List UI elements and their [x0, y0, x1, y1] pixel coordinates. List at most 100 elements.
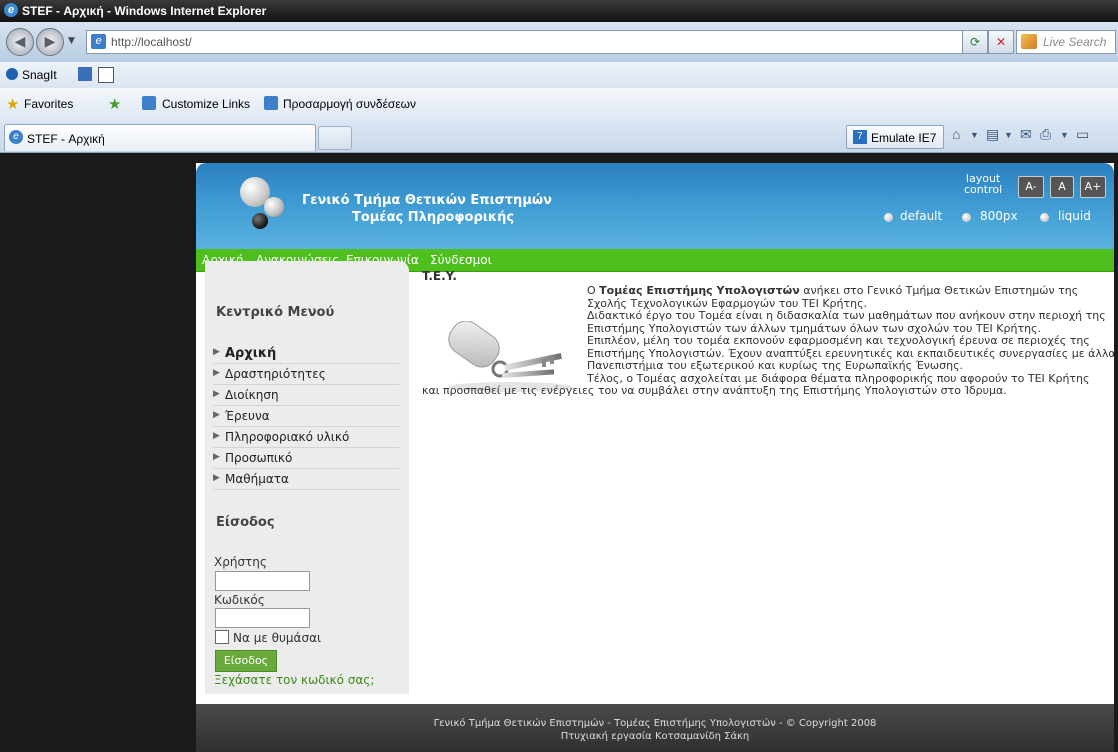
- layout-control-label: layout control: [964, 173, 1002, 195]
- customize-links-icon: [142, 96, 156, 110]
- sidebar: Κεντρικό Μενού ▶ Αρχική ▶ Δραστηριότητες ▶…: [205, 261, 409, 694]
- page-ie-icon: e: [91, 34, 106, 49]
- arrow-right-icon: ▶: [213, 431, 220, 441]
- content-paragraph-first: Ο Τομέας Επιστήμης Υπολογιστών ανήκει στ…: [587, 284, 1079, 298]
- para-prefix: Ο: [587, 284, 600, 297]
- username-label: Χρήστης: [214, 555, 267, 569]
- home-dropdown-icon[interactable]: ▼: [970, 130, 979, 140]
- content-heading: T.E.Y.: [422, 269, 457, 283]
- logo-sphere-small-icon: [264, 197, 284, 217]
- greek-links-icon: [264, 96, 278, 110]
- feeds-icon[interactable]: ▤: [986, 126, 999, 143]
- login-button[interactable]: Είσοδος: [215, 650, 277, 672]
- live-search-icon: [1021, 34, 1037, 49]
- arrow-right-icon: ▶: [213, 473, 220, 483]
- forgot-password-link[interactable]: Ξεχάσατε τον κωδικό σας;: [214, 673, 374, 687]
- add-favorite-icon[interactable]: ★: [108, 95, 121, 113]
- arrow-right-icon: ▶: [213, 452, 220, 462]
- page-menu-icon[interactable]: ▭: [1076, 126, 1089, 143]
- emulate-icon: 7: [853, 130, 867, 144]
- tab-stef-home[interactable]: e STEF - Αρχική: [4, 124, 316, 151]
- web-page: Γενικό Τμήμα Θετικών Επιστημών Τομέας Πλ…: [196, 163, 1116, 752]
- sidebar-item-label: Δραστηριότητες: [225, 367, 326, 381]
- stop-icon[interactable]: ✕: [988, 30, 1014, 54]
- content-line: Επιπλέον, μέλη του τομέα εκπονούν εφαρμο…: [587, 334, 1090, 347]
- sidebar-item-label: Μαθήματα: [225, 472, 289, 486]
- main-content: T.E.Y. Ο Τομέας Επιστήμης Υπολογιστών αν…: [422, 261, 1116, 694]
- font-normal-button[interactable]: A: [1050, 176, 1074, 198]
- forward-button[interactable]: ▶: [36, 28, 64, 56]
- feeds-dropdown-icon[interactable]: ▼: [1004, 130, 1013, 140]
- emulate-label: Emulate IE7: [871, 131, 937, 145]
- ie-logo-icon: e: [4, 3, 18, 17]
- print-icon[interactable]: ⎙: [1040, 126, 1051, 143]
- favorites-star-icon: ★: [6, 96, 20, 113]
- favorites-button[interactable]: Favorites: [24, 97, 73, 111]
- font-increase-button[interactable]: A+: [1080, 176, 1106, 198]
- sidebar-item-administration[interactable]: ▶ Διοίκηση: [213, 386, 399, 406]
- layout-control-line2: control: [964, 183, 1003, 196]
- favorites-bar: ★ Favorites ★ Customize Links Προσαρμογή…: [0, 88, 1118, 120]
- search-box[interactable]: Live Search: [1016, 30, 1116, 54]
- content-line: Διδακτικό έργο του Τομέα είναι η διδασκα…: [587, 309, 1106, 322]
- refresh-icon[interactable]: ⟳: [962, 30, 988, 54]
- sidebar-item-staff[interactable]: ▶ Προσωπικό: [213, 449, 399, 469]
- remember-checkbox[interactable]: [215, 630, 229, 644]
- sidebar-item-label: Πληροφοριακό υλικό: [225, 430, 350, 444]
- content-line-last: και προσπαθεί με τις ενέργειες του να συ…: [422, 384, 1007, 397]
- arrow-right-icon: ▶: [213, 389, 220, 399]
- back-button[interactable]: ◀: [6, 28, 34, 56]
- layout-liquid-radio[interactable]: [1040, 213, 1049, 222]
- password-label: Κωδικός: [214, 593, 265, 607]
- sidebar-item-research[interactable]: ▶ Έρευνα: [213, 407, 399, 427]
- sidebar-item-home[interactable]: ▶ Αρχική: [213, 344, 399, 364]
- snagit-capture-icon[interactable]: [78, 67, 92, 81]
- arrow-right-icon: ▶: [213, 368, 220, 378]
- login-title: Είσοδος: [216, 515, 275, 530]
- username-field[interactable]: [215, 571, 310, 591]
- sidebar-item-label: Προσωπικό: [225, 451, 293, 465]
- snagit-label[interactable]: SnagIt: [22, 68, 57, 82]
- arrow-right-icon: ▶: [213, 410, 220, 420]
- tab-ie-icon: e: [9, 130, 23, 144]
- window-title: STEF - Αρχική - Windows Internet Explore…: [22, 4, 267, 18]
- site-footer: Γενικό Τμήμα Θετικών Επιστημών - Τομέας …: [196, 704, 1114, 752]
- new-tab-button[interactable]: [318, 126, 352, 150]
- layout-800px-radio[interactable]: [962, 213, 971, 222]
- home-icon[interactable]: ⌂: [952, 126, 960, 142]
- main-menu-title: Κεντρικό Μενού: [216, 305, 335, 320]
- sidebar-item-materials[interactable]: ▶ Πληροφοριακό υλικό: [213, 428, 399, 448]
- address-field[interactable]: e http://localhost/ ▼: [86, 30, 986, 54]
- sidebar-item-courses[interactable]: ▶ Μαθήματα: [213, 470, 399, 490]
- print-dropdown-icon[interactable]: ▼: [1060, 130, 1069, 140]
- greek-links-link[interactable]: Προσαρμογή συνδέσεων: [283, 97, 416, 111]
- customize-links-link[interactable]: Customize Links: [162, 97, 250, 111]
- tab-label: STEF - Αρχική: [27, 132, 105, 146]
- snagit-editor-icon[interactable]: [98, 67, 114, 83]
- snagit-toolbar: SnagIt: [0, 62, 1118, 89]
- history-dropdown-icon[interactable]: ▼: [68, 36, 75, 46]
- sidebar-item-label: Έρευνα: [225, 409, 270, 423]
- layout-default-label[interactable]: default: [900, 209, 942, 223]
- content-line: Πανεπιστήμια του εξωτερικού και κυρίως τ…: [587, 359, 964, 372]
- layout-800px-label[interactable]: 800px: [980, 209, 1018, 223]
- layout-default-radio[interactable]: [884, 213, 893, 222]
- site-header: Γενικό Τμήμα Θετικών Επιστημών Τομέας Πλ…: [196, 163, 1114, 249]
- footer-copyright: Γενικό Τμήμα Θετικών Επιστημών - Τομέας …: [433, 718, 877, 729]
- para-bold: Τομέας Επιστήμης Υπολογιστών: [599, 284, 800, 297]
- password-field[interactable]: [215, 608, 310, 628]
- site-title: Γενικό Τμήμα Θετικών Επιστημών: [302, 193, 553, 208]
- layout-liquid-label[interactable]: liquid: [1058, 209, 1091, 223]
- remember-label: Να με θυμάσαι: [233, 631, 322, 645]
- mail-icon[interactable]: ✉: [1020, 126, 1032, 143]
- window-titlebar: e STEF - Αρχική - Windows Internet Explo…: [0, 0, 1118, 22]
- sidebar-item-activities[interactable]: ▶ Δραστηριότητες: [213, 365, 399, 385]
- para-suffix: ανήκει στο Γενικό Τμήμα Θετικών Επιστημώ…: [799, 284, 1079, 297]
- font-decrease-button[interactable]: A-: [1018, 176, 1044, 198]
- snagit-icon: [6, 68, 18, 80]
- emulate-ie7-button[interactable]: 7 Emulate IE7: [846, 125, 944, 149]
- search-placeholder: Live Search: [1043, 35, 1107, 49]
- sidebar-item-label: Αρχική: [225, 346, 277, 361]
- tab-row: e STEF - Αρχική 7 Emulate IE7 ⌂ ▼ ▤ ▼ ✉ …: [0, 120, 1118, 153]
- footer-credit: Πτυχιακή εργασία Κοτσαμανίδη Σάκη: [560, 731, 750, 742]
